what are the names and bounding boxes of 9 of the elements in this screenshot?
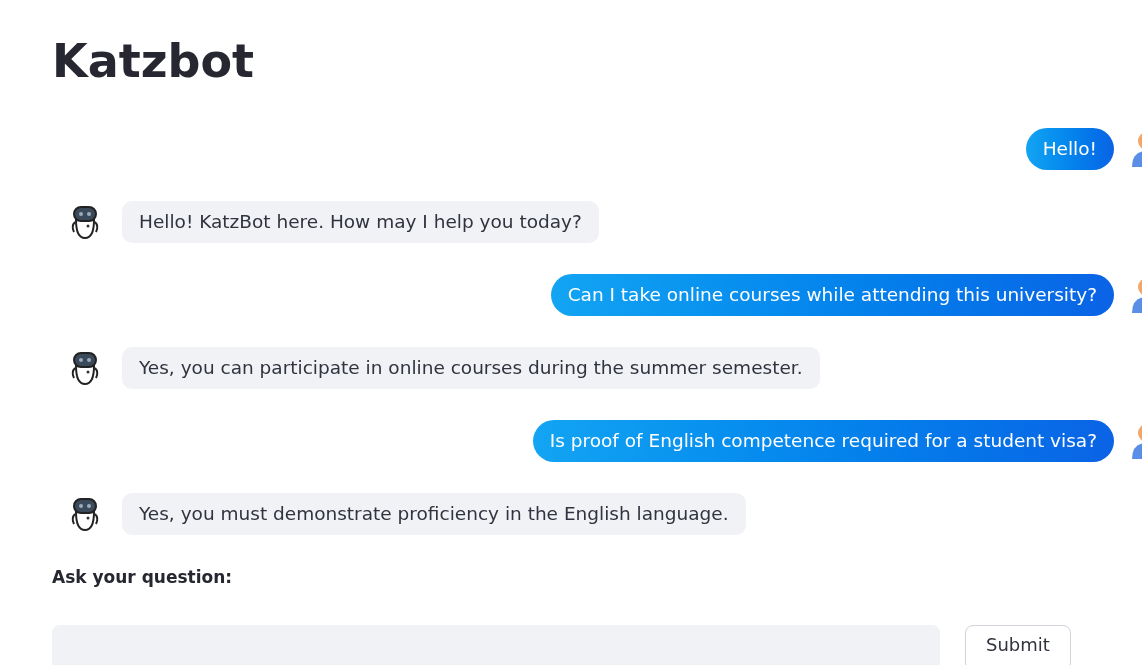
question-label: Ask your question: (52, 566, 234, 589)
bot-message: Yes, you can participate in online courses during the summer semester. (122, 347, 820, 389)
user-message: Can I take online courses while attending this university? (550, 274, 1114, 316)
app-title: Katzbot (52, 38, 255, 84)
user-message: Is proof of English competence required for a student visa? (532, 420, 1114, 462)
user-message: Hello! (1025, 128, 1114, 170)
bot-message: Yes, you must demonstrate proficiency in the English language. (122, 493, 746, 535)
bot-message: Hello! KatzBot here. How may I help you today? (122, 201, 599, 243)
submit-button[interactable]: Submit (965, 624, 1071, 665)
